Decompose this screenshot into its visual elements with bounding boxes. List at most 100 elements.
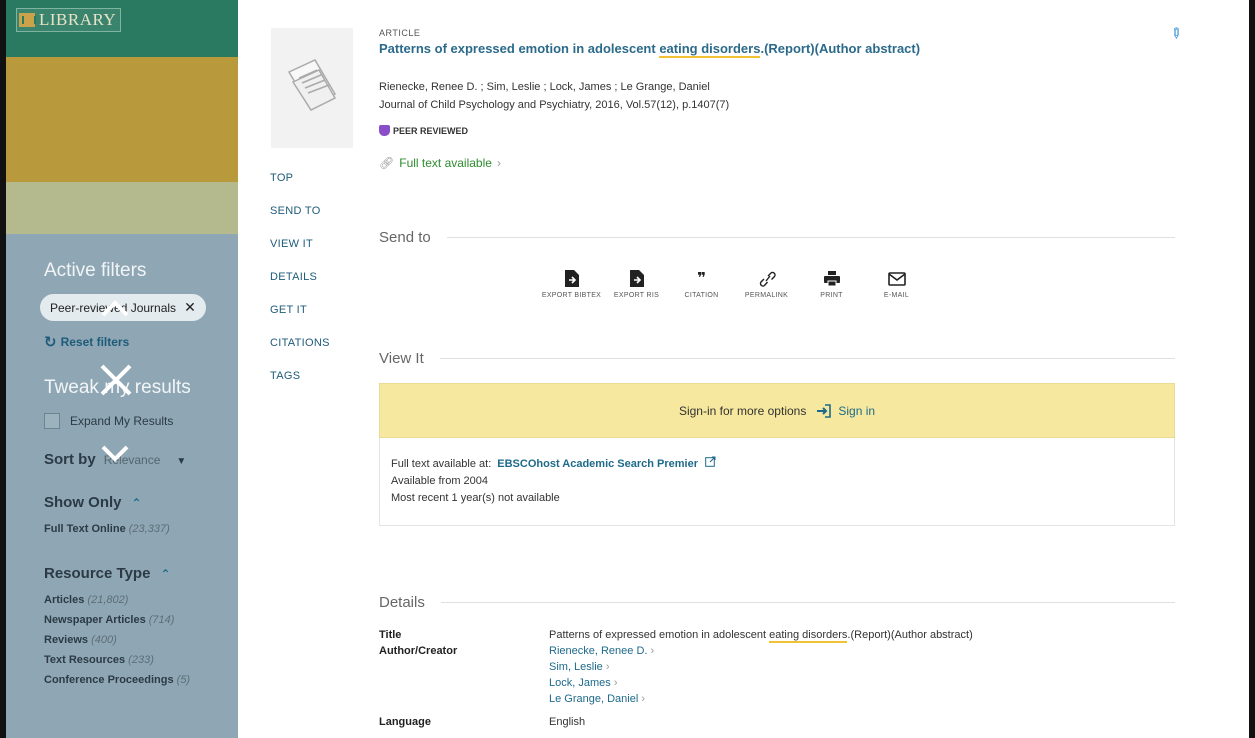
full-text-link[interactable]: 🔗︎ Full text available › [379,156,501,170]
nav-tags[interactable]: TAGS [270,370,330,382]
nav-top[interactable]: TOP [270,172,330,184]
quote-icon: ❞ [697,270,706,287]
title-highlight: eating disorders [769,629,848,643]
record-journal: Journal of Child Psychology and Psychiat… [379,99,730,111]
external-link-icon [705,456,716,467]
title-text-end: .(Report)(Author abstract) [847,629,973,641]
title-text: Patterns of expressed emotion in adolesc… [549,629,770,641]
author-name: Rienecke, Renee D. [549,645,648,657]
export-ris-button[interactable]: EXPORT RIS [604,270,669,299]
nav-details[interactable]: DETAILS [270,271,330,283]
facet-item-count: (233) [128,654,154,666]
detail-row-title: Title Patterns of expressed emotion in a… [379,627,973,643]
email-button[interactable]: E-MAIL [864,270,929,299]
link-icon: 🔗︎ [379,156,395,170]
pin-icon[interactable]: ✎ [1166,23,1186,43]
banner-olive [6,182,238,234]
record-authors: Rienecke, Renee D. ; Sim, Leslie ; Lock,… [379,81,710,93]
reset-icon: ↻ [44,334,57,351]
facet-item[interactable]: Conference Proceedings (5) [44,670,222,690]
view-it-section-header: View It [379,350,1175,367]
available-at-label: Full text available at: [391,458,492,470]
available-from: Available from 2004 [391,475,489,487]
printer-icon [823,271,840,287]
nav-send-to[interactable]: SEND TO [270,205,330,217]
reset-filters-label: Reset filters [60,335,130,349]
author-name: Sim, Leslie [549,661,603,673]
reset-filters-button[interactable]: ↻ Reset filters [44,333,222,351]
author-link[interactable]: Lock, James › [549,675,654,691]
facet-item-label: Text Resources [44,654,126,666]
embargo-note: Most recent 1 year(s) not available [391,492,560,504]
sort-by-control[interactable]: Sort by Relevance ▼ [44,451,222,468]
expand-results-option[interactable]: Expand My Results [44,413,222,429]
chevron-right-icon: › [650,645,655,657]
facet-item[interactable]: Full Text Online (23,337) [44,519,222,539]
view-it-heading: View It [379,350,424,367]
peer-reviewed-badge: PEER REVIEWED [379,125,468,136]
file-export-icon [564,270,579,287]
permalink-button[interactable]: PERMALINK [734,270,799,299]
detail-label: Title [379,629,402,641]
nav-get-it[interactable]: GET IT [270,304,330,316]
library-logo[interactable]: LIBRARY [16,8,122,32]
author-link[interactable]: Sim, Leslie › [549,659,654,675]
signin-link-label: Sign in [838,403,876,418]
divider [440,602,1175,603]
signin-prompt: Sign-in for more options [678,403,807,418]
chevron-right-icon: › [605,661,610,673]
facet-item-count: (21,802) [87,594,129,606]
facet-item-label: Reviews [44,634,89,646]
nav-citations[interactable]: CITATIONS [270,337,330,349]
author-name: Lock, James [549,677,611,689]
provider-link[interactable]: EBSCOhost Academic Search Premier [497,456,716,470]
expand-results-label: Expand My Results [70,414,174,428]
chevron-up-icon[interactable]: ⌃ [160,567,170,581]
send-to-actions: EXPORT BIBTEX EXPORT RIS ❞ CITATION PERM… [539,270,929,299]
send-to-heading: Send to [379,229,431,246]
close-icon[interactable] [98,362,134,398]
facet-item-count: (23,337) [128,523,170,535]
resource-type-list: Articles (21,802) Newspaper Articles (71… [44,590,222,690]
show-only-heading[interactable]: Show Only ⌃ [44,494,222,511]
signin-link[interactable]: Sign in [816,403,875,419]
expand-results-checkbox[interactable] [44,413,60,429]
facet-item-label: Articles [44,594,85,606]
sidebar: LIBRARY Active filters Peer-reviewed Jou… [6,0,238,738]
facet-item[interactable]: Text Resources (233) [44,650,222,670]
caret-down-icon[interactable]: ▼ [176,456,186,467]
facet-item-count: (714) [148,614,175,626]
export-bibtex-button[interactable]: EXPORT BIBTEX [539,270,604,299]
citation-button[interactable]: ❞ CITATION [669,270,734,299]
divider [446,237,1175,238]
close-icon[interactable]: ✕ [184,299,196,316]
peer-reviewed-icon [379,125,390,136]
chevron-up-icon[interactable]: ⌃ [132,496,142,510]
nav-view-it[interactable]: VIEW IT [270,238,330,250]
facet-item-count: (400) [91,634,117,646]
divider [439,358,1175,359]
title-highlight: eating disorders [659,41,761,58]
availability-box: Full text available at: EBSCOhost Academi… [379,438,1175,526]
peer-reviewed-label: PEER REVIEWED [393,125,469,136]
active-filters-heading: Active filters [44,260,147,281]
author-link[interactable]: Le Grange, Daniel › [549,691,654,707]
facet-item[interactable]: Newspaper Articles (714) [44,610,222,630]
author-link[interactable]: Rienecke, Renee D. › [549,643,654,659]
show-only-label: Show Only [44,494,122,511]
chevron-right-icon: › [641,693,646,705]
envelope-icon [887,272,906,286]
resource-type-heading[interactable]: Resource Type ⌃ [44,565,222,582]
action-label: EXPORT BIBTEX [541,292,602,299]
record-thumbnail [271,28,353,148]
chevron-up-icon[interactable] [100,298,130,318]
chevron-down-icon[interactable] [100,444,130,464]
window-frame-right [1249,0,1255,738]
facet-item[interactable]: Reviews (400) [44,630,222,650]
facets-panel: Active filters Peer-reviewed Journals ✕ … [6,260,238,690]
details-section-header: Details [379,594,1175,611]
facet-item[interactable]: Articles (21,802) [44,590,222,610]
print-button[interactable]: PRINT [799,270,864,299]
record-title[interactable]: Patterns of expressed emotion in adolesc… [379,40,939,58]
sign-in-icon [817,403,832,418]
